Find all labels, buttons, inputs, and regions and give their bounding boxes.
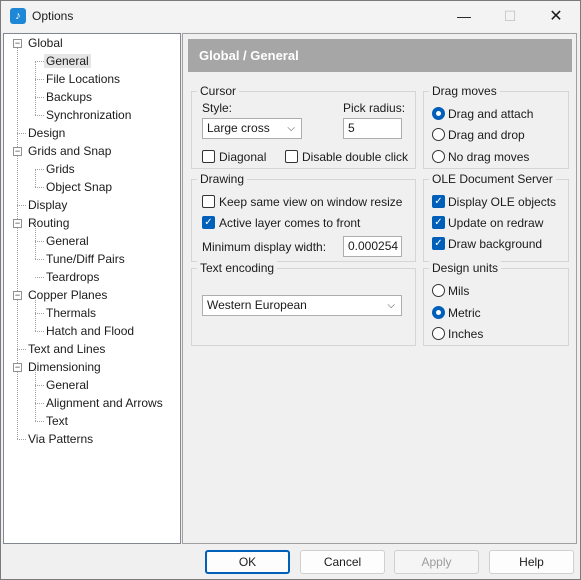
inches-label: Inches <box>448 327 484 341</box>
text-encoding-value: Western European <box>207 298 307 312</box>
pick-radius-input[interactable]: 5 <box>343 118 402 139</box>
no-drag-moves-radio[interactable] <box>432 150 445 163</box>
update-on-redraw-label: Update on redraw <box>448 216 544 230</box>
options-content-panel: Global / General Cursor Style: Large cro… <box>182 33 577 544</box>
style-label: Style: <box>202 101 233 115</box>
tree-item-design[interactable]: Design <box>26 124 67 142</box>
options-tree[interactable]: − − − − − Global General File Locations … <box>3 33 181 544</box>
ole-legend: OLE Document Server <box>429 172 556 186</box>
keep-same-view-checkbox[interactable] <box>202 195 215 208</box>
update-on-redraw-checkbox[interactable]: ✓ <box>432 216 445 229</box>
disable-double-click-label: Disable double click <box>302 150 409 164</box>
mils-label: Mils <box>448 284 470 298</box>
tree-item-grids-and-snap[interactable]: Grids and Snap <box>26 142 113 160</box>
cursor-group-legend: Cursor <box>197 84 240 98</box>
ok-button[interactable]: OK <box>205 550 290 574</box>
tree-item-via-patterns[interactable]: Via Patterns <box>26 430 95 448</box>
metric-radio[interactable] <box>432 306 445 319</box>
collapse-copper-planes-icon[interactable]: − <box>13 291 22 300</box>
metric-label: Metric <box>448 306 481 320</box>
tree-item-file-locations[interactable]: File Locations <box>44 70 122 88</box>
display-ole-objects-checkbox[interactable]: ✓ <box>432 195 445 208</box>
tree-item-routing-general[interactable]: General <box>44 232 91 250</box>
design-units-legend: Design units <box>429 261 502 275</box>
drawing-group: Drawing Keep same view on window resize … <box>191 172 416 262</box>
keep-same-view-label: Keep same view on window resize <box>219 195 403 209</box>
collapse-global-icon[interactable]: − <box>13 39 22 48</box>
tree-item-backups[interactable]: Backups <box>44 88 94 106</box>
tree-item-grids[interactable]: Grids <box>44 160 77 178</box>
inches-radio[interactable] <box>432 327 445 340</box>
mils-radio[interactable] <box>432 284 445 297</box>
options-dialog: ♪ Options — ☐ ✕ − − − − − Global General… <box>0 0 581 580</box>
drag-and-attach-radio[interactable] <box>432 107 445 120</box>
tree-item-global[interactable]: Global <box>26 34 65 52</box>
min-display-width-label: Minimum display width: <box>202 240 327 254</box>
drag-moves-group: Drag moves Drag and attach Drag and drop… <box>423 84 569 169</box>
cursor-group: Cursor Style: Large cross ⌵ Pick radius:… <box>191 84 416 169</box>
help-button[interactable]: Help <box>489 550 574 574</box>
cursor-style-select[interactable]: Large cross ⌵ <box>202 118 302 139</box>
drawing-legend: Drawing <box>197 172 248 186</box>
diagonal-checkbox[interactable] <box>202 150 215 163</box>
tree-item-text[interactable]: Text <box>44 412 70 430</box>
tree-item-hatch-and-flood[interactable]: Hatch and Flood <box>44 322 136 340</box>
chevron-down-icon: ⌵ <box>287 123 295 134</box>
apply-button: Apply <box>394 550 479 574</box>
tree-item-dimensioning-general[interactable]: General <box>44 376 91 394</box>
minimize-button[interactable]: — <box>441 1 487 32</box>
tree-item-thermals[interactable]: Thermals <box>44 304 98 322</box>
active-layer-label: Active layer comes to front <box>219 216 361 230</box>
drag-and-drop-radio[interactable] <box>432 128 445 141</box>
title-bar: ♪ Options — ☐ ✕ <box>1 1 580 32</box>
collapse-routing-icon[interactable]: − <box>13 219 22 228</box>
diagonal-label: Diagonal <box>219 150 267 164</box>
tree-item-object-snap[interactable]: Object Snap <box>44 178 114 196</box>
app-icon: ♪ <box>10 8 26 24</box>
drag-and-attach-label: Drag and attach <box>448 107 534 121</box>
draw-background-label: Draw background <box>448 237 543 251</box>
disable-double-click-checkbox[interactable] <box>285 150 298 163</box>
ole-document-server-group: OLE Document Server ✓ Display OLE object… <box>423 172 569 262</box>
text-encoding-group: Text encoding Western European ⌵ <box>191 261 416 346</box>
tree-item-synchronization[interactable]: Synchronization <box>44 106 133 124</box>
design-units-group: Design units Mils Metric Inches <box>423 261 569 346</box>
pick-radius-label: Pick radius: <box>343 101 406 115</box>
collapse-grids-snap-icon[interactable]: − <box>13 147 22 156</box>
tree-item-alignment-and-arrows[interactable]: Alignment and Arrows <box>44 394 165 412</box>
tree-item-global-general[interactable]: General <box>44 52 91 70</box>
tree-item-dimensioning[interactable]: Dimensioning <box>26 358 103 376</box>
tree-item-display[interactable]: Display <box>26 196 69 214</box>
chevron-down-icon: ⌵ <box>387 300 395 311</box>
tree-item-teardrops[interactable]: Teardrops <box>44 268 101 286</box>
draw-background-checkbox[interactable]: ✓ <box>432 237 445 250</box>
close-button[interactable]: ✕ <box>533 1 579 32</box>
tree-item-tune-diff-pairs[interactable]: Tune/Diff Pairs <box>44 250 127 268</box>
display-ole-objects-label: Display OLE objects <box>448 195 557 209</box>
tree-item-routing[interactable]: Routing <box>26 214 71 232</box>
page-title: Global / General <box>188 39 572 72</box>
tree-item-copper-planes[interactable]: Copper Planes <box>26 286 109 304</box>
cursor-style-value: Large cross <box>207 121 270 135</box>
text-encoding-select[interactable]: Western European ⌵ <box>202 295 402 316</box>
drag-moves-legend: Drag moves <box>429 84 500 98</box>
cancel-button[interactable]: Cancel <box>300 550 385 574</box>
tree-item-text-and-lines[interactable]: Text and Lines <box>26 340 107 358</box>
collapse-dimensioning-icon[interactable]: − <box>13 363 22 372</box>
window-title: Options <box>32 9 74 23</box>
text-encoding-legend: Text encoding <box>197 261 278 275</box>
active-layer-checkbox[interactable]: ✓ <box>202 216 215 229</box>
drag-and-drop-label: Drag and drop <box>448 128 525 142</box>
maximize-button: ☐ <box>503 8 517 24</box>
no-drag-moves-label: No drag moves <box>448 150 530 164</box>
min-display-width-input[interactable]: 0.000254 <box>343 236 402 257</box>
